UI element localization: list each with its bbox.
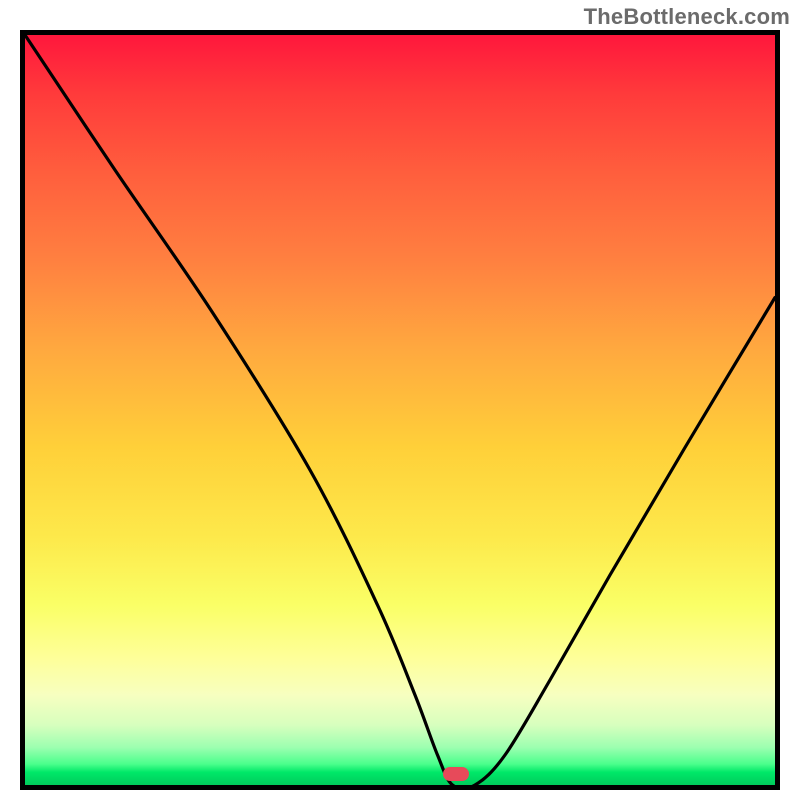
plot-area [20, 30, 780, 790]
bottleneck-curve [25, 35, 775, 785]
minimum-marker [443, 767, 469, 781]
chart-container: TheBottleneck.com [0, 0, 800, 800]
watermark-label: TheBottleneck.com [584, 4, 790, 30]
